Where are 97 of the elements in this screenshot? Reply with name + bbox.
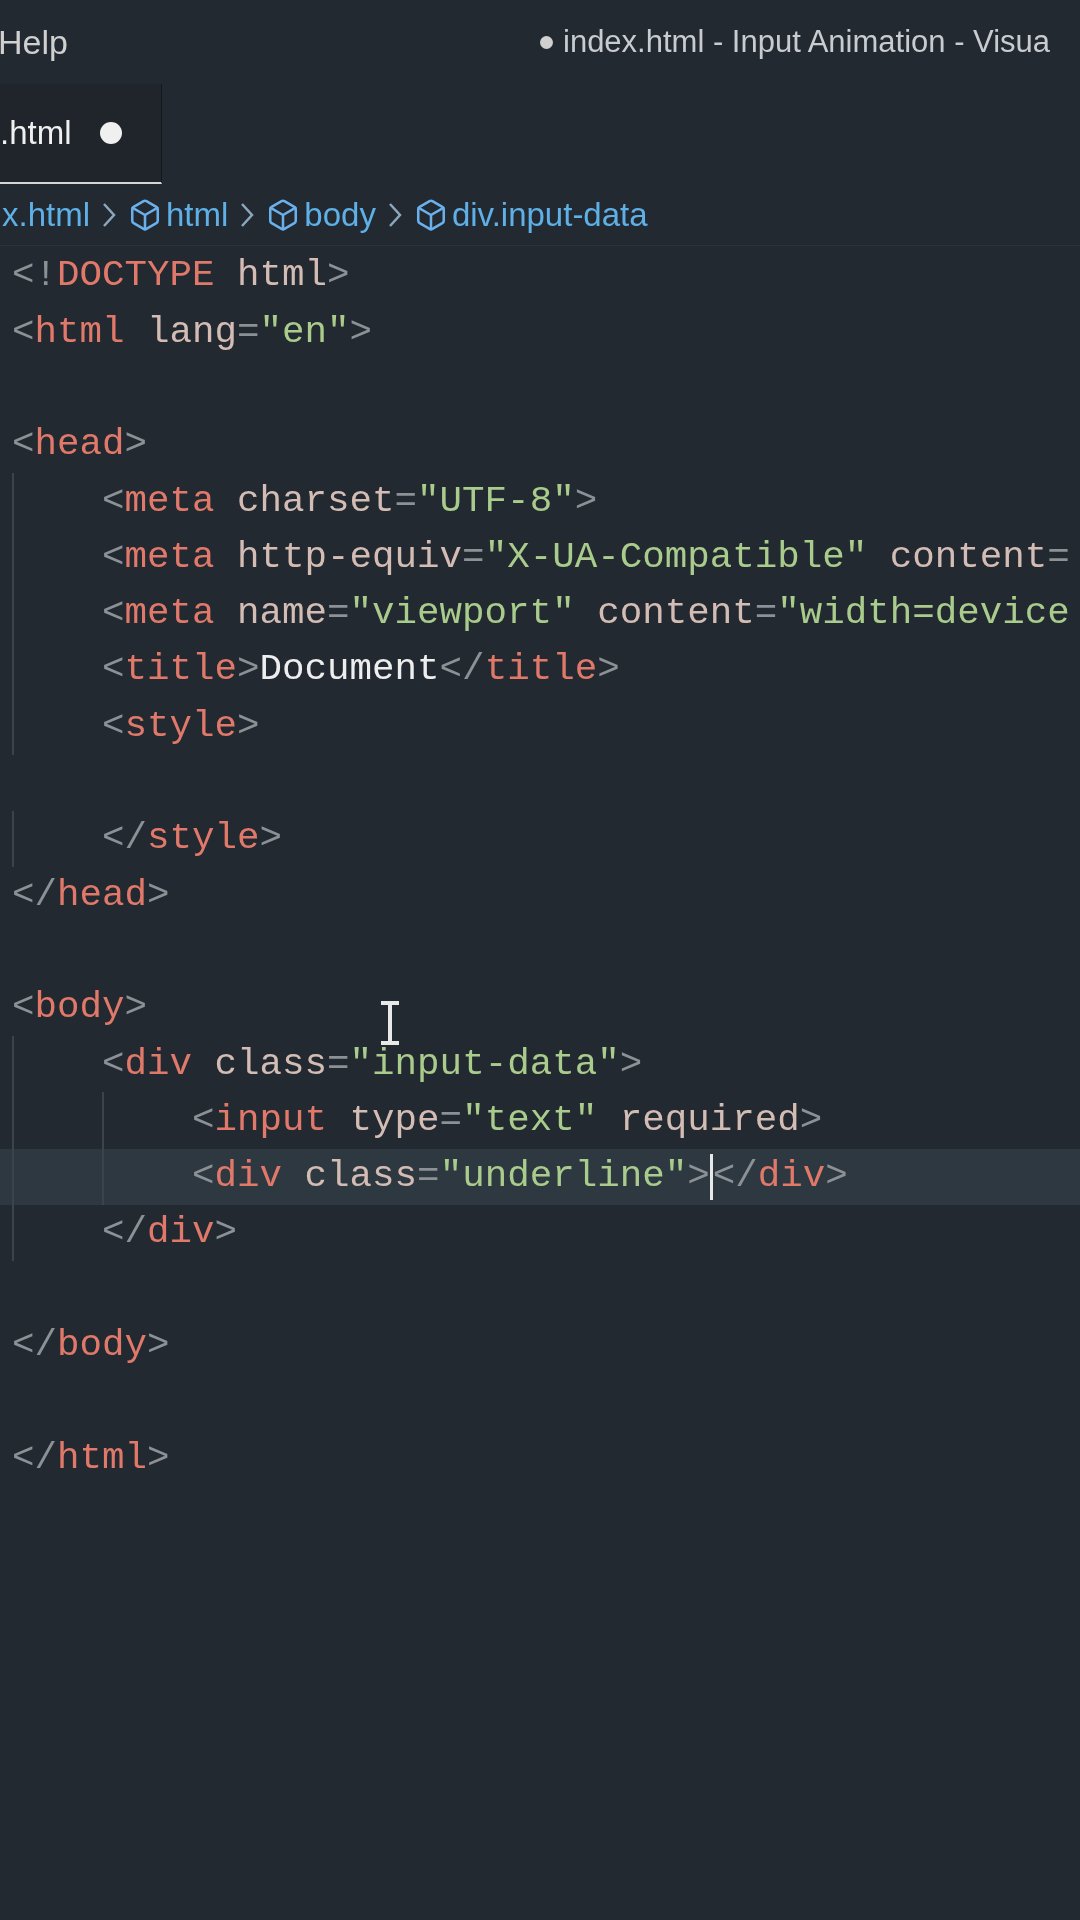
code-token: head xyxy=(34,426,125,464)
code-token: required xyxy=(619,1101,800,1140)
cube-icon xyxy=(128,197,162,232)
code-token: < xyxy=(102,595,125,633)
breadcrumb-item[interactable]: div.input-data xyxy=(451,189,648,240)
code-token: < xyxy=(12,989,35,1027)
window-title: index.html - Input Animation - Visua xyxy=(563,22,1051,61)
code-token: > xyxy=(825,1158,848,1196)
code-token: </ xyxy=(102,1214,148,1252)
chevron-right-icon xyxy=(102,201,116,228)
code-token: > xyxy=(124,989,148,1027)
code-token: "X-UA-Compatible" xyxy=(484,538,868,577)
code-token: </ xyxy=(439,651,485,689)
code-token: </ xyxy=(102,820,148,858)
code-token: > xyxy=(259,820,283,858)
code-token: > xyxy=(799,1101,823,1140)
code-token: > xyxy=(147,1327,170,1365)
code-token: "width=device xyxy=(777,595,1070,633)
code-token: meta xyxy=(124,482,215,521)
code-token: html xyxy=(237,257,328,295)
code-token: < xyxy=(12,426,35,464)
code-token: < xyxy=(102,1045,125,1084)
code-token: </ xyxy=(12,876,57,915)
code-token: > xyxy=(147,876,170,915)
code-token: head xyxy=(57,876,148,915)
code-token: body xyxy=(57,1327,148,1365)
code-token: > xyxy=(574,482,598,521)
breadcrumb-item[interactable]: body xyxy=(304,189,376,240)
code-token: div xyxy=(757,1158,826,1196)
text-cursor-icon xyxy=(378,1001,402,1045)
code-token: http-equiv xyxy=(237,538,463,577)
code-token: < xyxy=(102,707,125,746)
code-token: = xyxy=(237,313,260,352)
code-token: content xyxy=(889,538,1048,577)
code-token: = xyxy=(327,1045,350,1084)
code-token: content xyxy=(597,595,755,633)
code-token: </ xyxy=(12,1439,57,1478)
code-token: name xyxy=(237,595,328,633)
code-token: = xyxy=(417,1158,440,1196)
code-token: DOCTYPE xyxy=(57,257,215,295)
code-token: = xyxy=(1047,538,1070,577)
code-token: meta xyxy=(124,538,215,577)
code-token: > xyxy=(124,426,148,464)
code-token: > xyxy=(597,651,620,689)
code-token: style xyxy=(124,707,238,746)
code-token: "underline" xyxy=(439,1158,688,1196)
code-token: class xyxy=(304,1158,418,1196)
chevron-right-icon xyxy=(387,201,402,228)
chevron-right-icon xyxy=(240,201,255,228)
code-token: body xyxy=(34,989,125,1027)
menu-item[interactable]: Help xyxy=(0,16,68,68)
code-token: "viewport" xyxy=(349,595,575,633)
code-token: > xyxy=(237,707,260,746)
code-token: > xyxy=(349,313,373,352)
code-token: > xyxy=(327,257,350,295)
code-token: lang xyxy=(147,313,238,352)
editor-tab[interactable]: .html xyxy=(0,84,162,184)
text-caret xyxy=(709,1153,713,1200)
code-token: </ xyxy=(12,1327,57,1365)
code-token: < xyxy=(12,313,35,352)
code-token: "input-data" xyxy=(349,1045,620,1084)
code-token: "UTF-8" xyxy=(417,482,575,521)
code-token: > xyxy=(687,1158,710,1196)
breadcrumb-item[interactable]: html xyxy=(166,189,229,240)
code-token: div xyxy=(147,1214,215,1252)
code-token: type xyxy=(349,1101,440,1140)
code-token: title xyxy=(484,651,598,689)
code-token: < xyxy=(192,1158,215,1196)
code-token: </ xyxy=(712,1158,758,1196)
code-token: < xyxy=(102,482,125,521)
code-token: > xyxy=(237,651,260,689)
code-token: = xyxy=(394,482,418,521)
code-token: < xyxy=(192,1101,215,1140)
code-token: input xyxy=(214,1101,328,1140)
code-token: = xyxy=(327,595,350,633)
code-token: title xyxy=(124,651,238,689)
code-token: meta xyxy=(124,595,215,633)
code-token: > xyxy=(619,1045,643,1084)
code-token: div xyxy=(124,1045,193,1084)
code-token: div xyxy=(214,1158,283,1196)
code-token: < xyxy=(102,651,125,689)
code-token: > xyxy=(214,1214,238,1252)
code-token: = xyxy=(439,1101,463,1140)
code-token: style xyxy=(147,820,260,858)
code-token: = xyxy=(754,595,778,633)
code-token: Document xyxy=(259,651,440,689)
code-token: > xyxy=(147,1439,170,1478)
code-token: html xyxy=(34,313,125,352)
code-token: "en" xyxy=(259,313,350,352)
breadcrumb-item[interactable]: x.html xyxy=(2,189,90,240)
code-token: < xyxy=(102,538,125,577)
code-token: "text" xyxy=(462,1101,598,1140)
code-token: html xyxy=(57,1439,148,1478)
code-token: class xyxy=(214,1045,328,1084)
code-token: <! xyxy=(12,257,57,295)
code-token: charset xyxy=(237,482,395,521)
code-token: = xyxy=(462,538,485,577)
